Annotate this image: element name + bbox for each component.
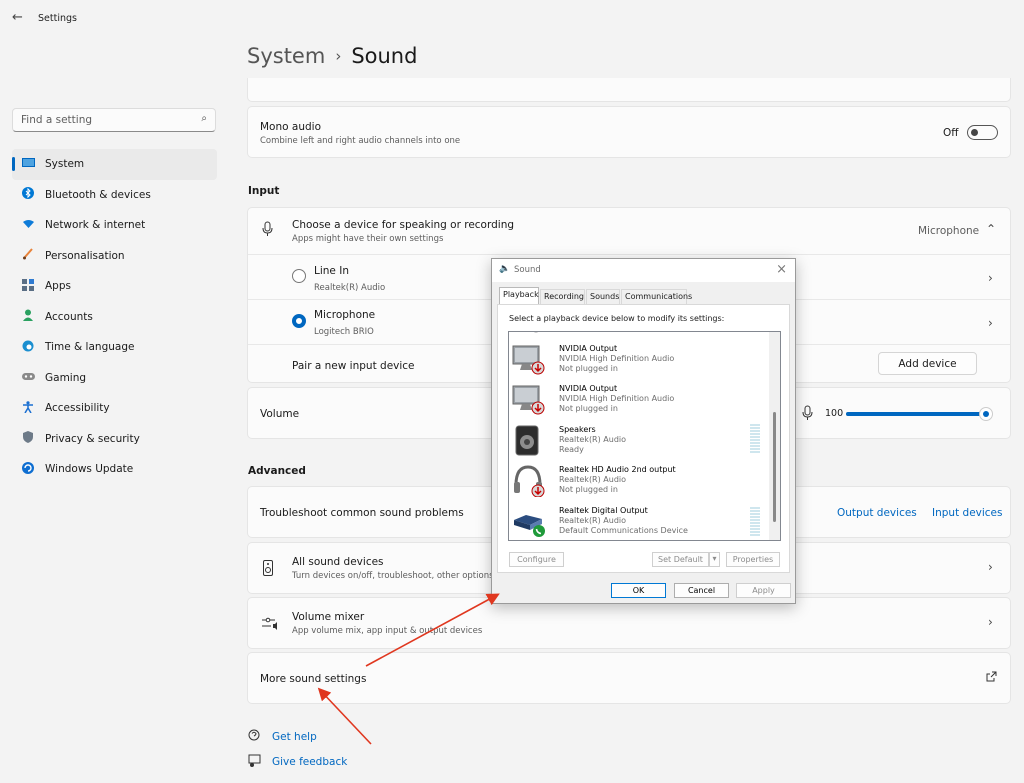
annotation-arrows [317,593,500,745]
annotation-arrow-to-more-settings [317,687,372,745]
annotation-arrow-to-dialog [365,593,500,667]
